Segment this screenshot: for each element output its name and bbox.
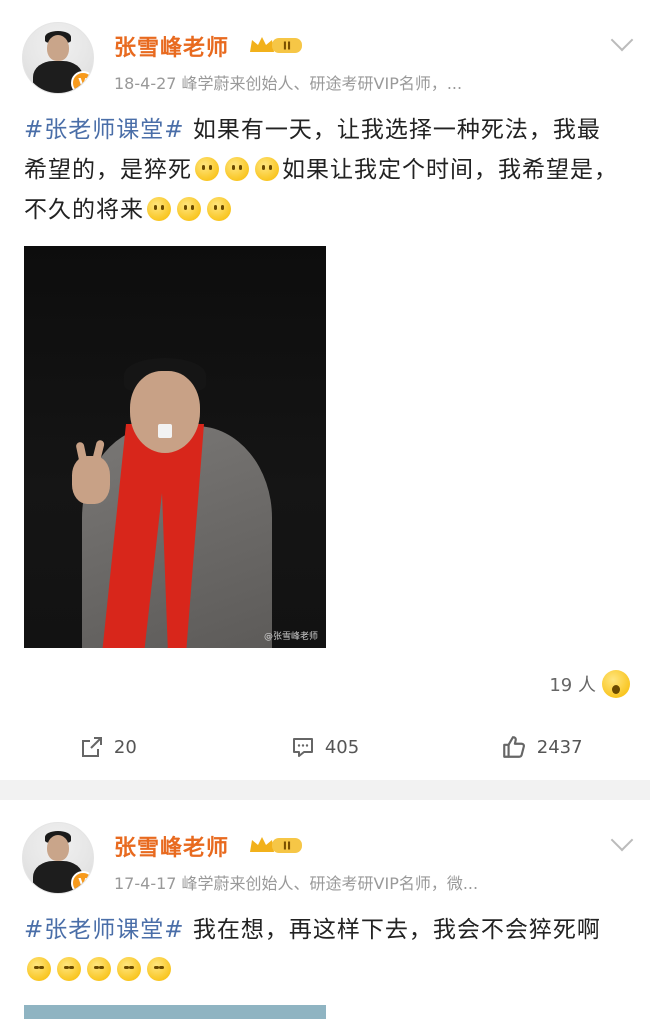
hashtag-link[interactable]: #张老师课堂#	[24, 117, 185, 143]
chevron-down-icon[interactable]	[610, 828, 634, 852]
crying-emoji-icon	[87, 957, 111, 981]
author-name[interactable]: 张雪峰老师	[114, 30, 229, 62]
crying-emoji-icon	[27, 957, 51, 981]
hashtag-link[interactable]: #张老师课堂#	[24, 917, 185, 943]
wow-emoji-icon	[602, 670, 630, 698]
author-avatar[interactable]: V	[22, 822, 94, 894]
vip-crown-icon: II	[250, 837, 302, 853]
weibo-post-card: V 张雪峰老师 II 18-4-27 峰学蔚来创始人、研途考研VIP名师，...…	[0, 0, 650, 780]
repost-button[interactable]: 20	[0, 722, 217, 772]
comment-button[interactable]: 405	[217, 722, 434, 772]
reaction-summary[interactable]: 19 人	[549, 668, 630, 700]
crying-emoji-icon	[57, 957, 81, 981]
crying-emoji-icon	[117, 957, 141, 981]
smile-emoji-icon	[207, 197, 231, 221]
image-watermark: @张雪峰老师	[263, 632, 318, 642]
post-text: #张老师课堂# 如果有一天，让我选择一种死法，我最希望的，是猝死 如果让我定个时间…	[24, 110, 624, 230]
smile-emoji-icon	[195, 157, 219, 181]
repost-count: 20	[113, 736, 137, 758]
verified-v-icon: V	[71, 871, 93, 893]
post-meta: 17-4-17 峰学蔚来创始人、研途考研VIP名师，微...	[114, 874, 479, 893]
weibo-post-card: V 张雪峰老师 II 17-4-17 峰学蔚来创始人、研途考研VIP名师，微..…	[0, 800, 650, 1019]
post-text-part1: 我在想，再这样下去，我会不会猝死啊	[184, 917, 601, 943]
like-count: 2437	[536, 736, 583, 758]
smile-emoji-icon	[255, 157, 279, 181]
post-image-partial[interactable]	[24, 1005, 326, 1019]
author-name[interactable]: 张雪峰老师	[114, 830, 229, 862]
crying-emoji-icon	[147, 957, 171, 981]
chevron-down-icon[interactable]	[610, 28, 634, 52]
post-text: #张老师课堂# 我在想，再这样下去，我会不会猝死啊	[24, 910, 624, 990]
verified-v-icon: V	[71, 71, 93, 93]
comment-icon	[292, 738, 313, 757]
post-actions: 20 405 2437	[0, 722, 650, 772]
smile-emoji-icon	[225, 157, 249, 181]
vip-level-text: II	[283, 840, 291, 853]
reaction-count: 19 人	[549, 675, 596, 696]
post-image[interactable]: @张雪峰老师	[24, 246, 326, 648]
author-avatar[interactable]: V	[22, 22, 94, 94]
repost-icon	[81, 737, 102, 757]
vip-level-text: II	[283, 40, 291, 53]
smile-emoji-icon	[177, 197, 201, 221]
smile-emoji-icon	[147, 197, 171, 221]
post-meta: 18-4-27 峰学蔚来创始人、研途考研VIP名师，...	[114, 74, 463, 93]
like-icon	[502, 736, 525, 758]
vip-crown-icon: II	[250, 37, 302, 53]
comment-count: 405	[324, 736, 360, 758]
like-button[interactable]: 2437	[433, 722, 650, 772]
